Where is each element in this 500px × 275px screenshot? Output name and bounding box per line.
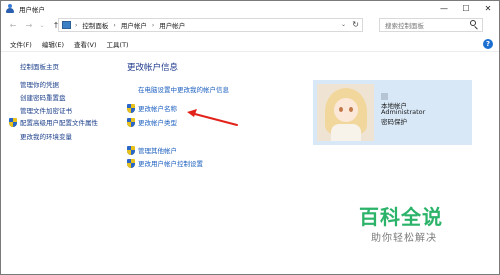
watermark-subtitle: 助你轻松解决	[371, 233, 437, 244]
user-accounts-window: 用户帐户 — ☐ ✕ ← → ⌄ ↑ › 控制面板 › 用户帐户 › 用户帐户 …	[0, 0, 500, 275]
watermark-title: 百科全说	[359, 205, 443, 229]
